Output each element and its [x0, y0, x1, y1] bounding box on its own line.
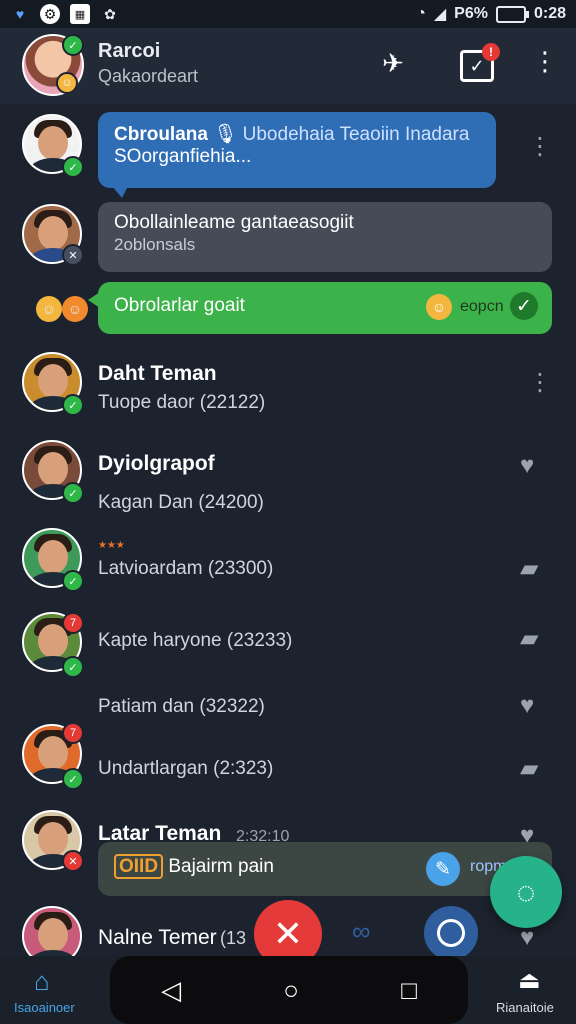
- status-badge: ✕: [62, 244, 84, 266]
- battery-percent: P6%: [454, 5, 488, 22]
- online-badge: ✓: [62, 570, 84, 592]
- folder-icon[interactable]: ▰: [520, 624, 538, 653]
- status-badge: ✕: [62, 850, 84, 872]
- notification-badge: !: [482, 43, 500, 61]
- heart-icon[interactable]: ♥: [520, 692, 534, 720]
- more-menu-icon[interactable]: ⋮: [532, 46, 558, 77]
- message-bubble-green[interactable]: Obrolarlar goait ☺ eopcn ✓: [88, 282, 552, 334]
- camera-button[interactable]: [424, 906, 478, 960]
- heart-icon[interactable]: ♥: [520, 924, 534, 952]
- bubble-extra: Ubodehaia Teaoiin Inadara: [242, 124, 470, 145]
- contact-name: Daht Teman: [98, 362, 217, 385]
- chat-header: ✓ ☺ Rarcoi Qakaordeart ✈ ✓ ! ⋮: [0, 28, 576, 104]
- nav-home-label[interactable]: Isaoainoer: [14, 1000, 75, 1015]
- online-badge: ✓: [62, 768, 84, 790]
- chat-bubble-icon[interactable]: ✎: [426, 852, 460, 886]
- bubble-line2: SOorganfiehia...: [114, 146, 252, 167]
- input-badge: OIID: [114, 854, 164, 879]
- notification-badge: 7: [62, 722, 84, 744]
- camera-icon: [437, 919, 465, 947]
- more-icon[interactable]: ⋮: [528, 132, 552, 161]
- contact-name: Nalne Temer: [98, 926, 217, 949]
- home-icon[interactable]: ⌂: [34, 966, 50, 997]
- online-badge: ✓: [62, 156, 84, 178]
- bubble-extra: eopcn: [460, 298, 504, 315]
- system-nav-bar: ◁ ○ □: [110, 956, 468, 1024]
- header-subtitle: Qakaordeart: [98, 66, 199, 86]
- nav-profile-label[interactable]: Rianaitoie: [496, 1000, 554, 1015]
- emoji-icon: ☺: [62, 296, 88, 322]
- contact-sub: Kagan Dan (24200): [98, 492, 264, 513]
- more-icon[interactable]: ⋮: [528, 368, 552, 397]
- notification-badge: 7: [62, 612, 84, 634]
- contact-sub: Latvioardam (23300): [98, 558, 274, 579]
- back-icon[interactable]: ◁: [161, 975, 181, 1006]
- emoji-icon: ☺: [426, 294, 452, 320]
- header-title: Rarcoi: [98, 40, 161, 62]
- contact-sub: Patiam dan (32322): [98, 696, 265, 717]
- contact-sub: Tuope daor (22122): [98, 392, 266, 413]
- link-icon[interactable]: ∞: [352, 916, 371, 947]
- settings-icon: ⚙: [40, 4, 60, 24]
- app-icon: ✿: [104, 5, 116, 22]
- contact-sub: Kapte haryone (23233): [98, 630, 293, 651]
- message-bubble-grey[interactable]: Obollainleame gantaeasogiit 2oblonsals: [98, 202, 552, 272]
- name-extra: (13: [220, 928, 247, 948]
- new-chat-button[interactable]: ◌: [490, 856, 562, 928]
- battery-icon: [495, 5, 529, 23]
- message-bubble-blue[interactable]: Cbroulana 🎙 Ubodehaia Teaoiin Inadara SO…: [98, 112, 496, 198]
- input-text: Bajairm pain: [168, 856, 274, 877]
- online-badge: ✓: [62, 394, 84, 416]
- bubble-title: Obollainleame gantaeasogiit: [114, 212, 354, 233]
- qr-icon: ▦: [70, 4, 90, 24]
- star-rating: ★★★: [98, 540, 125, 551]
- folder-icon[interactable]: ▰: [520, 754, 538, 783]
- online-badge: ✓: [62, 656, 84, 678]
- heart-icon: ♥: [15, 6, 25, 22]
- message-input-bar[interactable]: OIID Bajairm pain ✎ ropm: [98, 842, 552, 896]
- online-badge: ✓: [62, 482, 84, 504]
- profile-nav-icon[interactable]: ⏏: [518, 966, 541, 995]
- signal-icon: ◢: [433, 6, 447, 23]
- heart-icon[interactable]: ♥: [520, 452, 534, 480]
- emoji-icon: ☺: [36, 296, 62, 322]
- clock: 0:28: [533, 5, 566, 22]
- mic-icon: 🎙: [213, 124, 238, 145]
- bubble-title: Cbroulana: [114, 124, 208, 145]
- pin-icon[interactable]: ✈: [382, 48, 404, 79]
- bubble-line2: 2oblonsals: [114, 235, 196, 254]
- home-circle-icon[interactable]: ○: [283, 975, 299, 1006]
- check-icon: ✓: [510, 292, 538, 320]
- status-bar: ♥ ⚙ ▦ ✿ ◔ ◢ P6% 0:28: [0, 0, 576, 28]
- bubble-title: Obrolarlar goait: [114, 295, 245, 316]
- contact-name: Dyiolgrapof: [98, 452, 215, 475]
- emoji-badge: ☺: [56, 72, 78, 94]
- contact-sub: Undartlargan (2:323): [98, 758, 274, 779]
- wifi-icon: ◔: [416, 5, 426, 22]
- folder-icon[interactable]: ▰: [520, 554, 538, 583]
- verified-badge: ✓: [62, 34, 84, 56]
- recents-icon[interactable]: □: [401, 975, 417, 1006]
